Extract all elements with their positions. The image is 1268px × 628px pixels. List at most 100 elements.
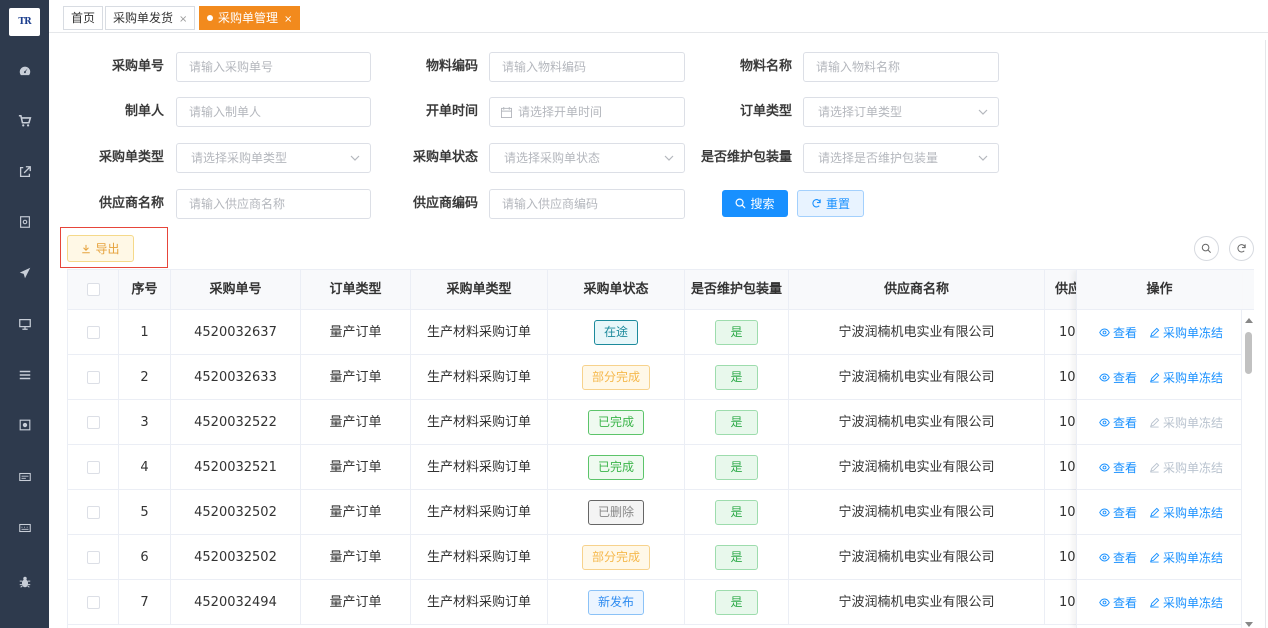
cell-po-type: 生产材料采购订单 (411, 310, 548, 355)
po-type-select[interactable]: 请选择采购单类型 (176, 143, 371, 173)
cell-po-type: 生产材料采购订单 (411, 535, 548, 580)
row-checkbox[interactable] (86, 416, 100, 429)
col-order-type: 订单类型 (301, 270, 411, 310)
edit-icon (1150, 417, 1160, 428)
tab-close-icon[interactable]: × (284, 14, 292, 25)
cell-supplier: 宁波润楠机电实业有限公司 (789, 355, 1045, 400)
bug-icon[interactable] (0, 572, 49, 592)
document-icon[interactable] (0, 212, 49, 232)
external-link-icon[interactable] (0, 162, 49, 182)
supplier-name-input[interactable] (177, 190, 370, 218)
refresh-icon (812, 199, 821, 208)
pkg-badge: 是 (715, 365, 758, 390)
freeze-link[interactable]: 采购单冻结 (1149, 324, 1223, 341)
reset-button[interactable]: 重置 (797, 190, 864, 217)
export-button-label: 导出 (95, 242, 120, 256)
po-no-input[interactable] (177, 53, 370, 81)
select-all-checkbox[interactable] (86, 283, 100, 296)
view-link[interactable]: 查看 (1099, 369, 1137, 386)
row-checkbox[interactable] (86, 596, 100, 609)
cell-po-no: 4520032633 (171, 355, 301, 400)
dashboard-icon[interactable] (0, 61, 49, 81)
supplier-name-field[interactable] (176, 189, 371, 219)
tab-po-management[interactable]: 采购单管理 × (199, 6, 301, 30)
tab-label: 采购单管理 (218, 11, 279, 25)
scroll-thumb[interactable] (1245, 332, 1252, 374)
open-time-picker[interactable]: 请选择开单时间 (489, 97, 685, 127)
card-icon[interactable] (0, 467, 49, 487)
view-link-label: 查看 (1113, 505, 1138, 520)
po-status-select[interactable]: 请选择采购单状态 (489, 143, 685, 173)
scroll-up-icon[interactable] (1245, 318, 1253, 323)
reset-button-label: 重置 (825, 197, 850, 211)
keyboard-icon[interactable] (0, 518, 49, 538)
status-badge: 已删除 (587, 500, 644, 525)
freeze-link[interactable]: 采购单冻结 (1149, 594, 1223, 611)
creator-field[interactable] (176, 97, 371, 127)
view-link[interactable]: 查看 (1099, 324, 1137, 341)
view-link[interactable]: 查看 (1099, 459, 1137, 476)
tab-close-icon[interactable]: × (179, 14, 187, 25)
po-status-placeholder: 请选择采购单状态 (504, 151, 601, 165)
supplier-code-field[interactable] (489, 189, 685, 219)
eye-icon (1099, 328, 1110, 336)
view-link[interactable]: 查看 (1099, 414, 1137, 431)
material-code-field[interactable] (489, 52, 685, 82)
logo[interactable]: TR (9, 8, 40, 36)
freeze-link: 采购单冻结 (1149, 459, 1223, 476)
table-scrollbar[interactable] (1241, 310, 1254, 628)
eye-icon (1099, 553, 1110, 561)
row-checkbox[interactable] (86, 506, 100, 519)
sidebar: TR (0, 0, 49, 628)
monitor-icon[interactable] (0, 314, 49, 334)
view-link[interactable]: 查看 (1099, 594, 1137, 611)
view-link[interactable]: 查看 (1099, 504, 1137, 521)
edit-icon (1150, 597, 1160, 608)
freeze-link[interactable]: 采购单冻结 (1149, 549, 1223, 566)
pkg-cell: 是 (685, 490, 789, 535)
toggle-search-button[interactable] (1194, 236, 1219, 261)
order-type-label: 订单类型 (739, 104, 792, 119)
material-name-label: 物料名称 (739, 59, 792, 74)
status-cell: 已完成 (548, 400, 685, 445)
send-icon[interactable] (0, 263, 49, 283)
material-code-input[interactable] (490, 53, 684, 81)
search-button[interactable]: 搜索 (722, 190, 788, 217)
scroll-down-icon[interactable] (1245, 622, 1253, 627)
refresh-table-button[interactable] (1229, 236, 1254, 261)
search-icon (735, 198, 746, 209)
material-name-input[interactable] (804, 53, 998, 81)
row-checkbox[interactable] (86, 461, 100, 474)
supplier-code-input[interactable] (490, 190, 684, 218)
col-ops: 操作 (1077, 270, 1242, 310)
material-name-field[interactable] (803, 52, 999, 82)
select-all-cell (68, 270, 119, 310)
cell-supplier: 宁波润楠机电实业有限公司 (789, 400, 1045, 445)
row-select-cell (68, 580, 119, 625)
cell-order-type: 量产订单 (301, 580, 411, 625)
view-link[interactable]: 查看 (1099, 549, 1137, 566)
po-no-field[interactable] (176, 52, 371, 82)
list-icon[interactable] (0, 365, 49, 385)
row-checkbox[interactable] (86, 551, 100, 564)
freeze-link[interactable]: 采购单冻结 (1149, 369, 1223, 386)
freeze-link[interactable]: 采购单冻结 (1149, 504, 1223, 521)
pkg-badge: 是 (715, 410, 758, 435)
pkg-maintained-select[interactable]: 请选择是否维护包装量 (803, 143, 999, 173)
order-type-select[interactable]: 请选择订单类型 (803, 97, 999, 127)
creator-input[interactable] (177, 98, 370, 126)
tab-po-delivery[interactable]: 采购单发货 × (105, 6, 196, 30)
po-table: 序号 采购单号 订单类型 采购单类型 采购单状态 是否维护包装量 供应商名称 供… (67, 269, 1254, 628)
cell-index: 5 (119, 490, 171, 535)
cart-icon[interactable] (0, 111, 49, 131)
cell-po-no: 4520032494 (171, 580, 301, 625)
calendar-icon (501, 107, 512, 118)
row-checkbox[interactable] (86, 371, 100, 384)
row-checkbox[interactable] (86, 326, 100, 339)
cell-po-no: 4520032502 (171, 535, 301, 580)
pkg-badge: 是 (715, 455, 758, 480)
export-button[interactable]: 导出 (67, 235, 134, 262)
cell-po-no: 4520032522 (171, 400, 301, 445)
record-icon[interactable] (0, 415, 49, 435)
tab-home[interactable]: 首页 (63, 6, 104, 30)
